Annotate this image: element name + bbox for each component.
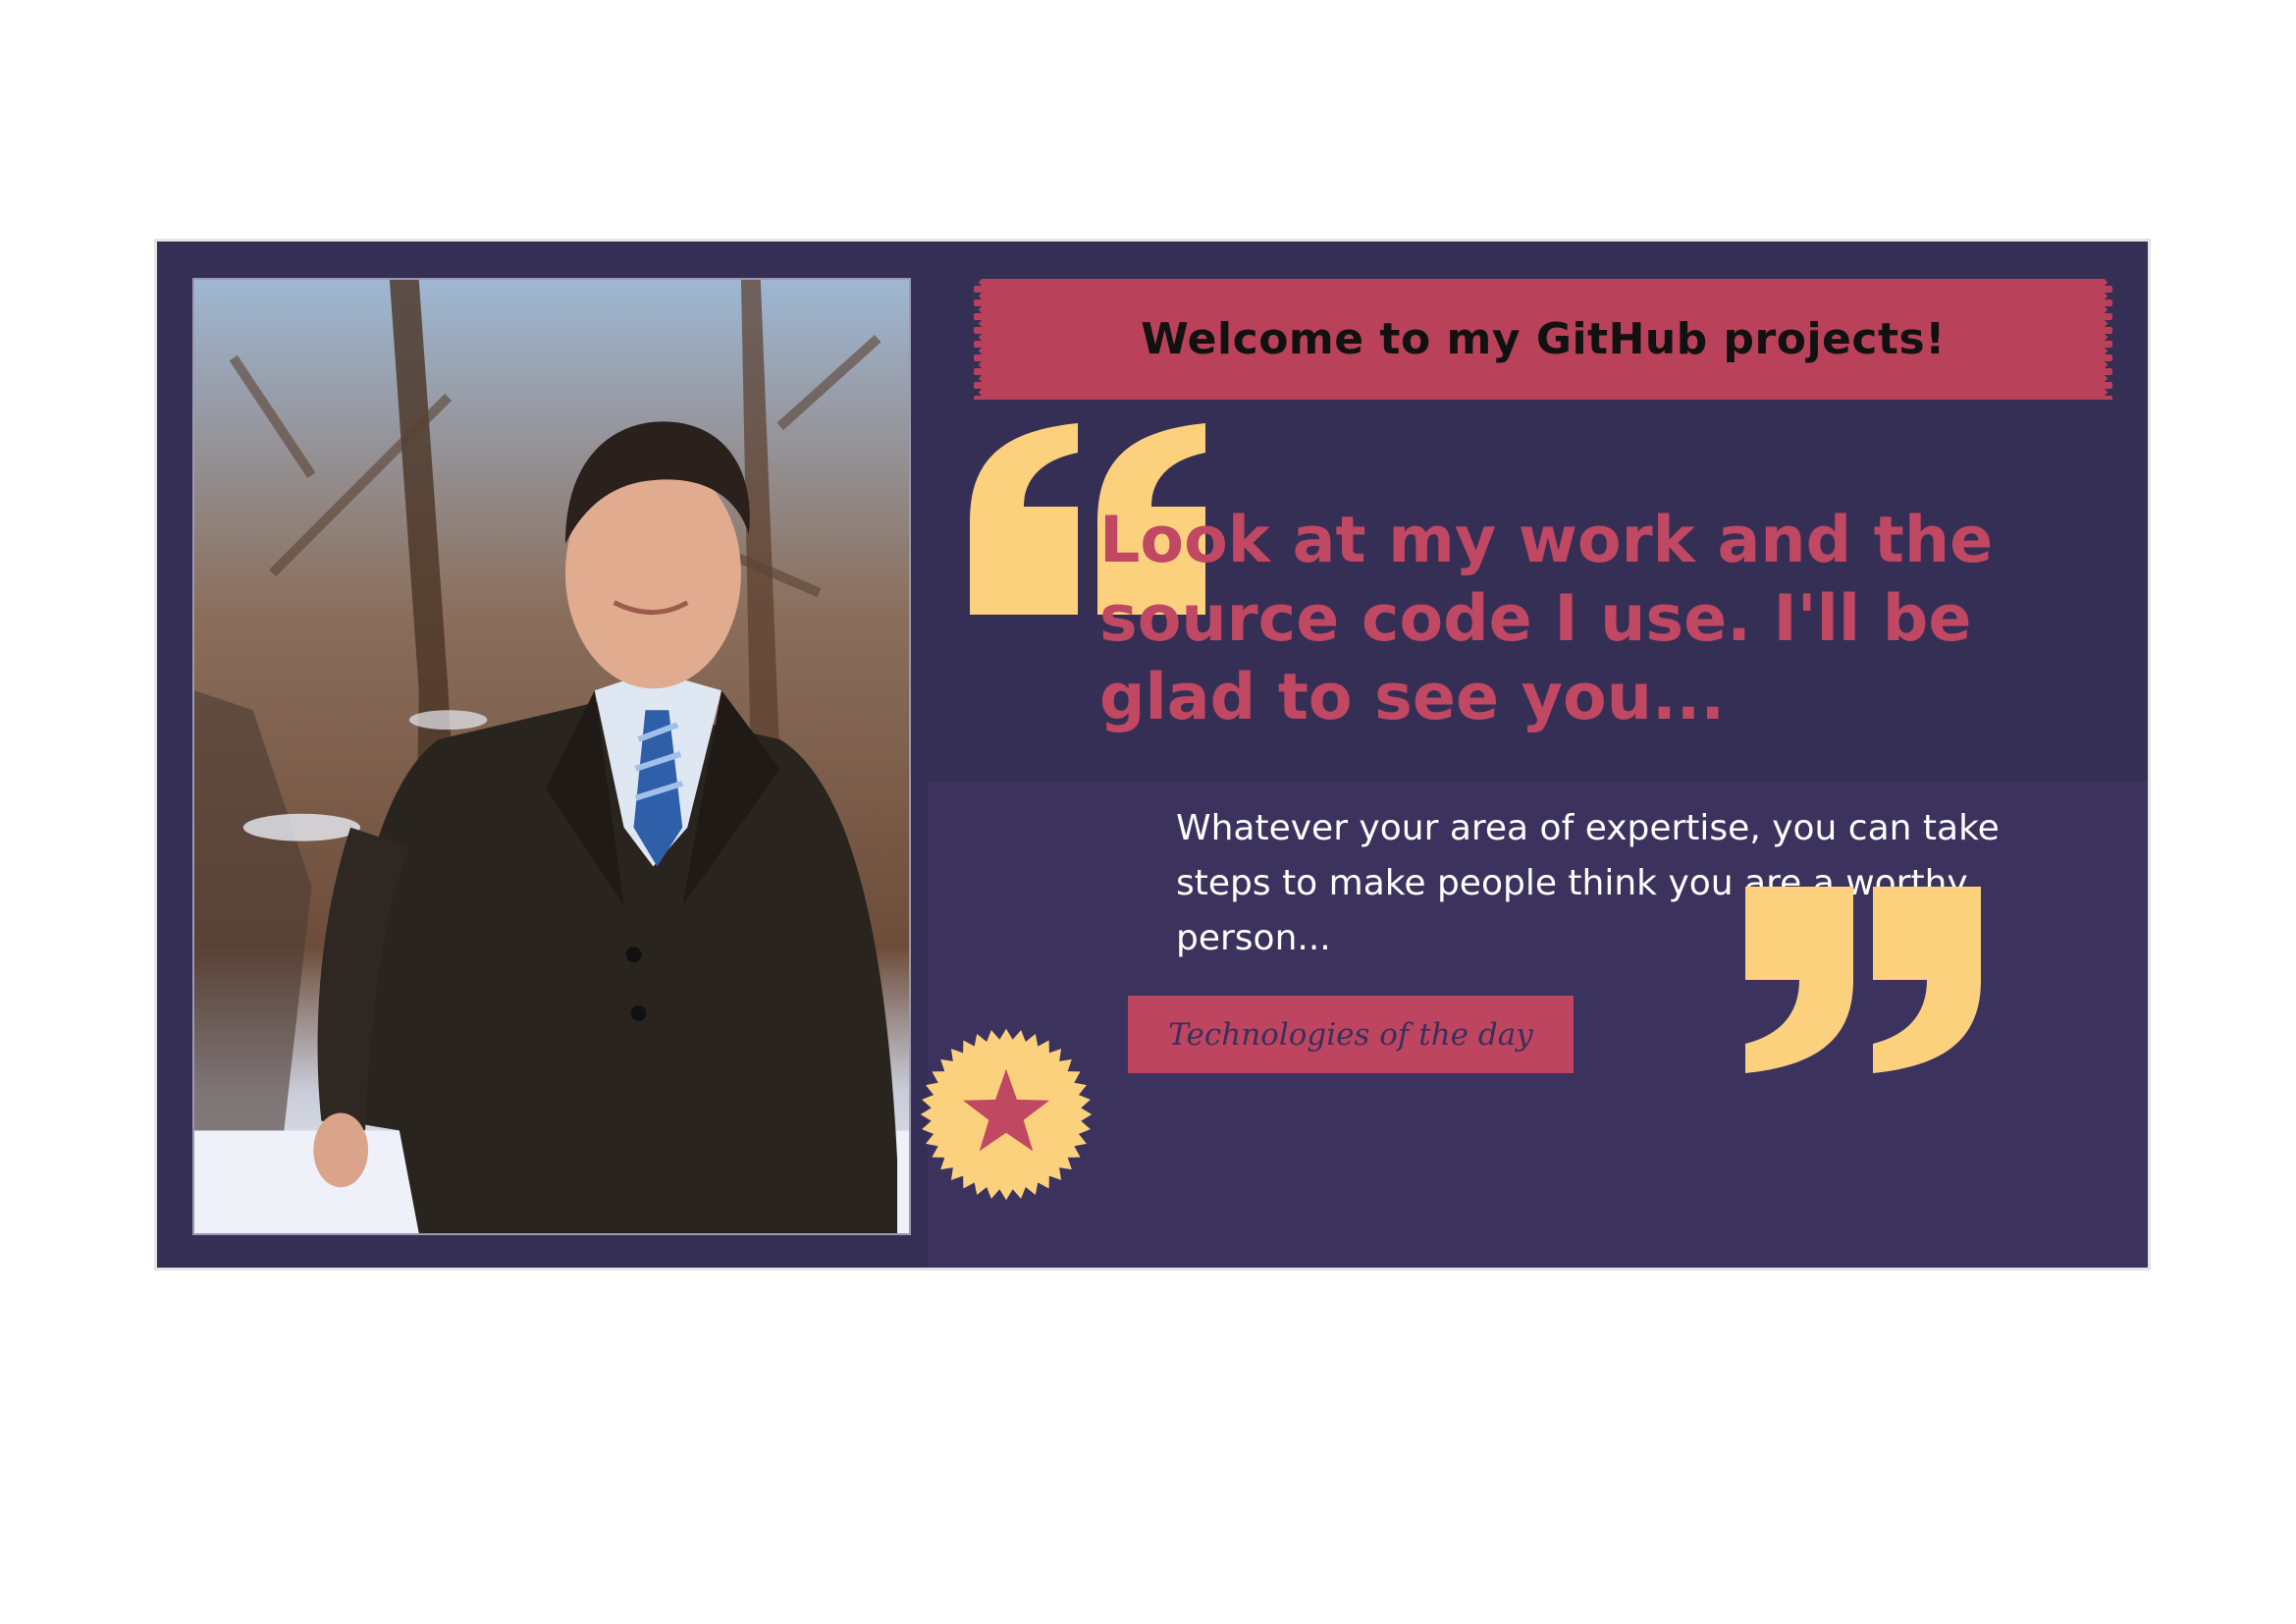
profile-photo <box>192 278 911 1235</box>
headline-quote: Look at my work and the source code I us… <box>1099 504 1994 734</box>
hero-card: Welcome to my GitHub projects! Look at m… <box>154 239 2151 1271</box>
star-badge-icon <box>920 1028 1093 1201</box>
profile-photo-image <box>194 280 909 1233</box>
banner-title: Welcome to my GitHub projects! <box>1141 314 1946 364</box>
welcome-banner: Welcome to my GitHub projects! <box>974 279 2112 400</box>
close-quote-icon <box>1745 887 1981 1073</box>
technologies-button[interactable]: Technologies of the day <box>1128 996 1574 1073</box>
